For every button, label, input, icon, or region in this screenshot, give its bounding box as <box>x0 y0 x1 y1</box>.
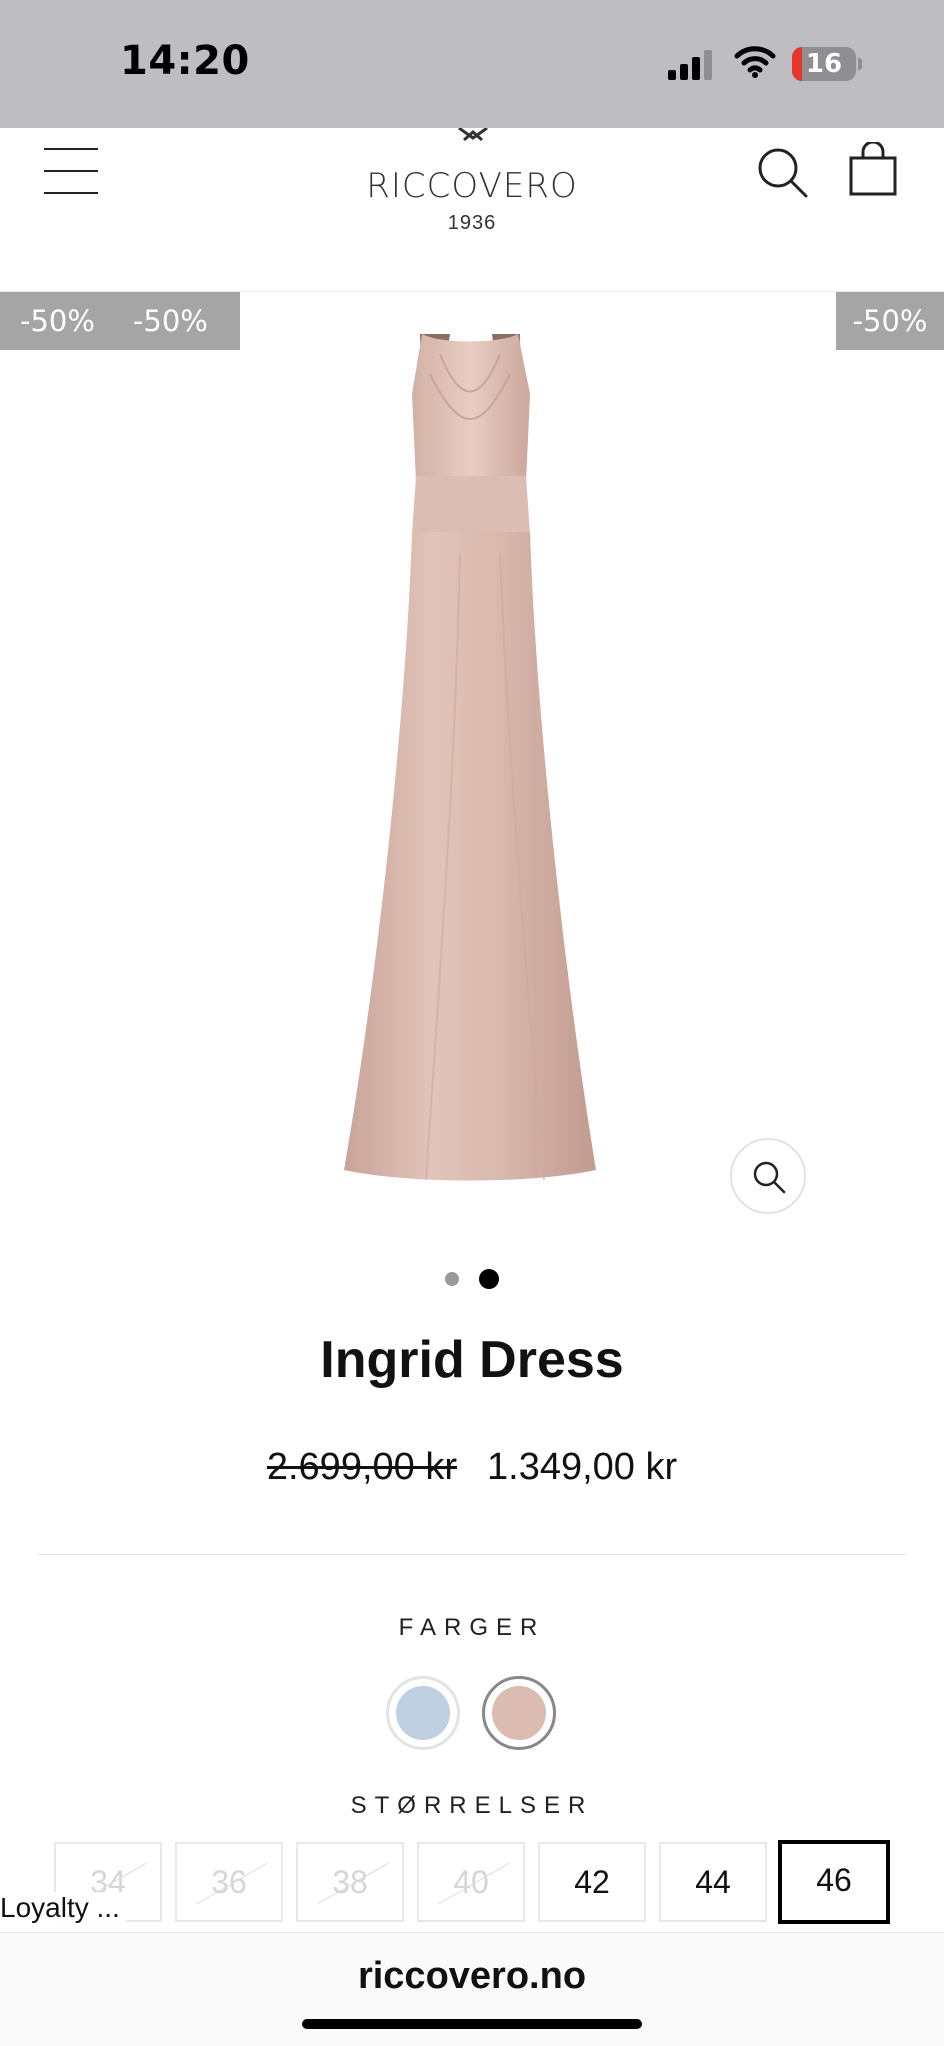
discount-badge: -50% <box>20 304 95 338</box>
discount-badges-left: -50% -50% <box>0 292 240 350</box>
menu-icon <box>44 170 98 172</box>
size-option-44[interactable]: 44 <box>659 1842 767 1922</box>
home-indicator <box>302 2019 642 2029</box>
color-swatch-rose[interactable] <box>482 1676 556 1750</box>
search-icon[interactable] <box>756 146 808 198</box>
discount-badge: -50% <box>836 292 944 350</box>
carousel-dot[interactable] <box>445 1272 459 1286</box>
size-option-42[interactable]: 42 <box>538 1842 646 1922</box>
price-row: 2.699,00 kr 1.349,00 kr <box>0 1446 944 1496</box>
sizes-label: STØRRELSER <box>350 1792 594 1819</box>
url-text[interactable]: riccovero.no <box>0 1955 944 1998</box>
divider <box>38 1554 906 1555</box>
price-sale: 1.349,00 kr <box>487 1446 678 1488</box>
size-option-38[interactable]: 38 <box>296 1842 404 1922</box>
carousel-dots <box>0 1268 944 1290</box>
carousel-dot-active[interactable] <box>479 1269 499 1289</box>
signal-icon <box>668 50 712 80</box>
color-swatch-blue[interactable] <box>386 1676 460 1750</box>
loyalty-tab[interactable]: Loyalty ... <box>0 1892 126 1928</box>
price-original: 2.699,00 kr <box>266 1446 457 1488</box>
logo-year: 1936 <box>447 212 497 234</box>
logo-mark-icon <box>458 128 488 142</box>
status-time: 14:20 <box>120 38 250 84</box>
size-option-36[interactable]: 36 <box>175 1842 283 1922</box>
wifi-icon <box>734 46 776 78</box>
site-header: RICCOVERO 1936 <box>0 128 944 292</box>
product-title: Ingrid Dress <box>320 1331 624 1389</box>
size-option-46[interactable]: 46 <box>778 1840 890 1924</box>
shopping-bag-icon[interactable] <box>848 142 898 196</box>
logo-name: RICCOVERO <box>366 166 578 206</box>
logo[interactable]: RICCOVERO 1936 <box>352 128 592 238</box>
colors-label: FARGER <box>398 1614 546 1641</box>
menu-button[interactable] <box>44 148 98 194</box>
zoom-icon <box>753 1161 786 1194</box>
discount-badge: -50% <box>132 304 208 338</box>
status-bar: 14:20 16 <box>0 0 944 128</box>
battery-icon: 16 <box>792 47 862 81</box>
zoom-button[interactable] <box>730 1138 806 1214</box>
browser-url-bar[interactable]: riccovero.no <box>0 1932 944 2046</box>
product-gallery[interactable]: -50% -50% -50% <box>0 292 944 1232</box>
battery-level: 16 <box>805 49 843 79</box>
size-option-40[interactable]: 40 <box>417 1842 525 1922</box>
product-image[interactable] <box>330 334 610 1194</box>
